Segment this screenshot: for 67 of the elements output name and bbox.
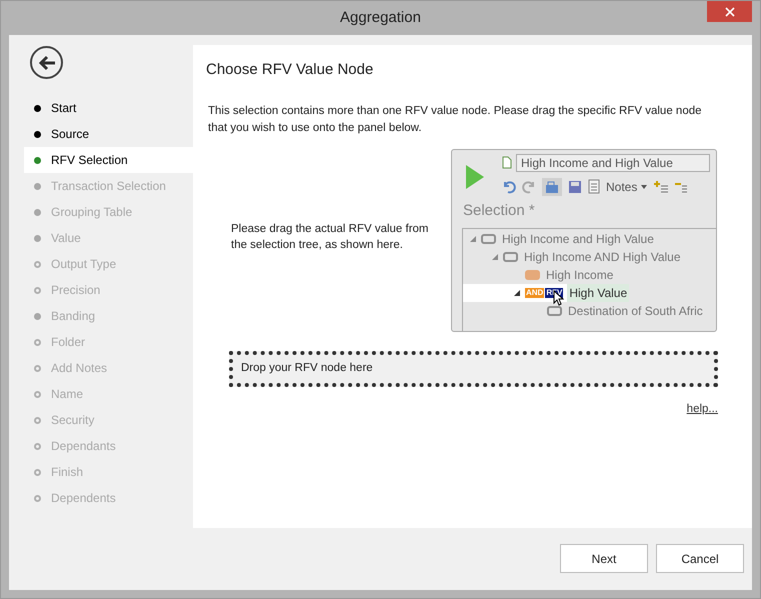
step-label: Banding (51, 308, 96, 325)
wizard-step[interactable]: Dependents (24, 485, 193, 511)
wizard-step[interactable]: Add Notes (24, 355, 193, 381)
wizard-step[interactable]: Source (24, 121, 193, 147)
save-icon[interactable] (568, 180, 582, 194)
step-label: Transaction Selection (51, 178, 166, 195)
node-icon (525, 270, 540, 280)
document-icon (502, 156, 512, 169)
drop-zone[interactable]: Drop your RFV node here (229, 350, 718, 386)
wizard-step[interactable]: Value (24, 225, 193, 251)
step-label: Finish (51, 464, 84, 481)
dialog-button[interactable]: Cancel (656, 544, 744, 573)
step-label: RFV Selection (51, 152, 128, 169)
wizard-step[interactable]: Start (24, 95, 193, 121)
step-label: Value (51, 230, 81, 247)
wizard-step[interactable]: RFV Selection (24, 147, 193, 173)
add-item-icon[interactable] (653, 180, 670, 194)
drop-zone-text: Drop your RFV node here (241, 360, 373, 376)
step-label: Folder (51, 334, 86, 351)
page-heading: Choose RFV Value Node (206, 60, 374, 80)
window-title: Aggregation (340, 8, 421, 28)
wizard-step[interactable]: Banding (24, 303, 193, 329)
node-icon (503, 252, 518, 262)
close-icon (724, 6, 734, 16)
wizard-step[interactable]: Dependants (24, 433, 193, 459)
tree-node-label[interactable]: High Income (544, 266, 616, 284)
tree-node-label[interactable]: Destination of South Afric (566, 302, 705, 320)
step-label: Source (51, 126, 90, 143)
node-badge: AND (525, 288, 544, 298)
hint-text: Please drag the actual RFV value from the selection tree, as shown here. (231, 222, 430, 252)
step-label: Dependants (51, 438, 116, 455)
expanded-triangle-icon[interactable] (513, 289, 521, 297)
step-label: Security (51, 412, 94, 429)
back-button[interactable] (30, 46, 63, 79)
step-label: Output Type (51, 256, 116, 273)
tree-node-label[interactable]: High Income and High Value (500, 230, 656, 248)
back-arrow-icon (38, 54, 56, 70)
wizard-step[interactable]: Precision (24, 277, 193, 303)
step-label: Precision (51, 282, 100, 299)
selection-heading: Selection * (463, 200, 536, 220)
notes-button[interactable]: Notes (606, 178, 648, 196)
wizard-step[interactable]: Security (24, 407, 193, 433)
intro-text: This selection contains more than one RFV value node. Please drag the specific RFV value node that you wish to use onto the panel below. (208, 104, 703, 136)
wizard-step[interactable]: Finish (24, 459, 193, 485)
notepad-icon[interactable] (588, 179, 600, 194)
step-label: Name (51, 386, 84, 403)
redo-icon[interactable] (522, 180, 536, 194)
step-label: Add Notes (51, 360, 108, 377)
dialog-button[interactable]: Next (560, 544, 648, 573)
tree-node-label[interactable]: High Value (567, 284, 630, 302)
step-label: Dependents (51, 490, 116, 507)
title-field[interactable]: High Income and High Value (516, 154, 710, 172)
wizard-step[interactable]: Output Type (24, 251, 193, 277)
wizard-step[interactable]: Grouping Table (24, 199, 193, 225)
node-icon (547, 306, 562, 316)
node-icon (481, 234, 496, 244)
tree-node-label[interactable]: High Income AND High Value (522, 248, 683, 266)
step-label: Grouping Table (51, 204, 132, 221)
wizard-step[interactable]: Name (24, 381, 193, 407)
wizard-step[interactable]: Folder (24, 329, 193, 355)
undo-icon[interactable] (502, 180, 516, 194)
help-link[interactable]: help... (686, 400, 718, 418)
wizard-step[interactable]: Transaction Selection (24, 173, 193, 199)
close-button[interactable] (707, 1, 752, 22)
caret-icon (641, 184, 648, 188)
play-icon (464, 164, 486, 190)
step-label: Start (51, 100, 76, 117)
